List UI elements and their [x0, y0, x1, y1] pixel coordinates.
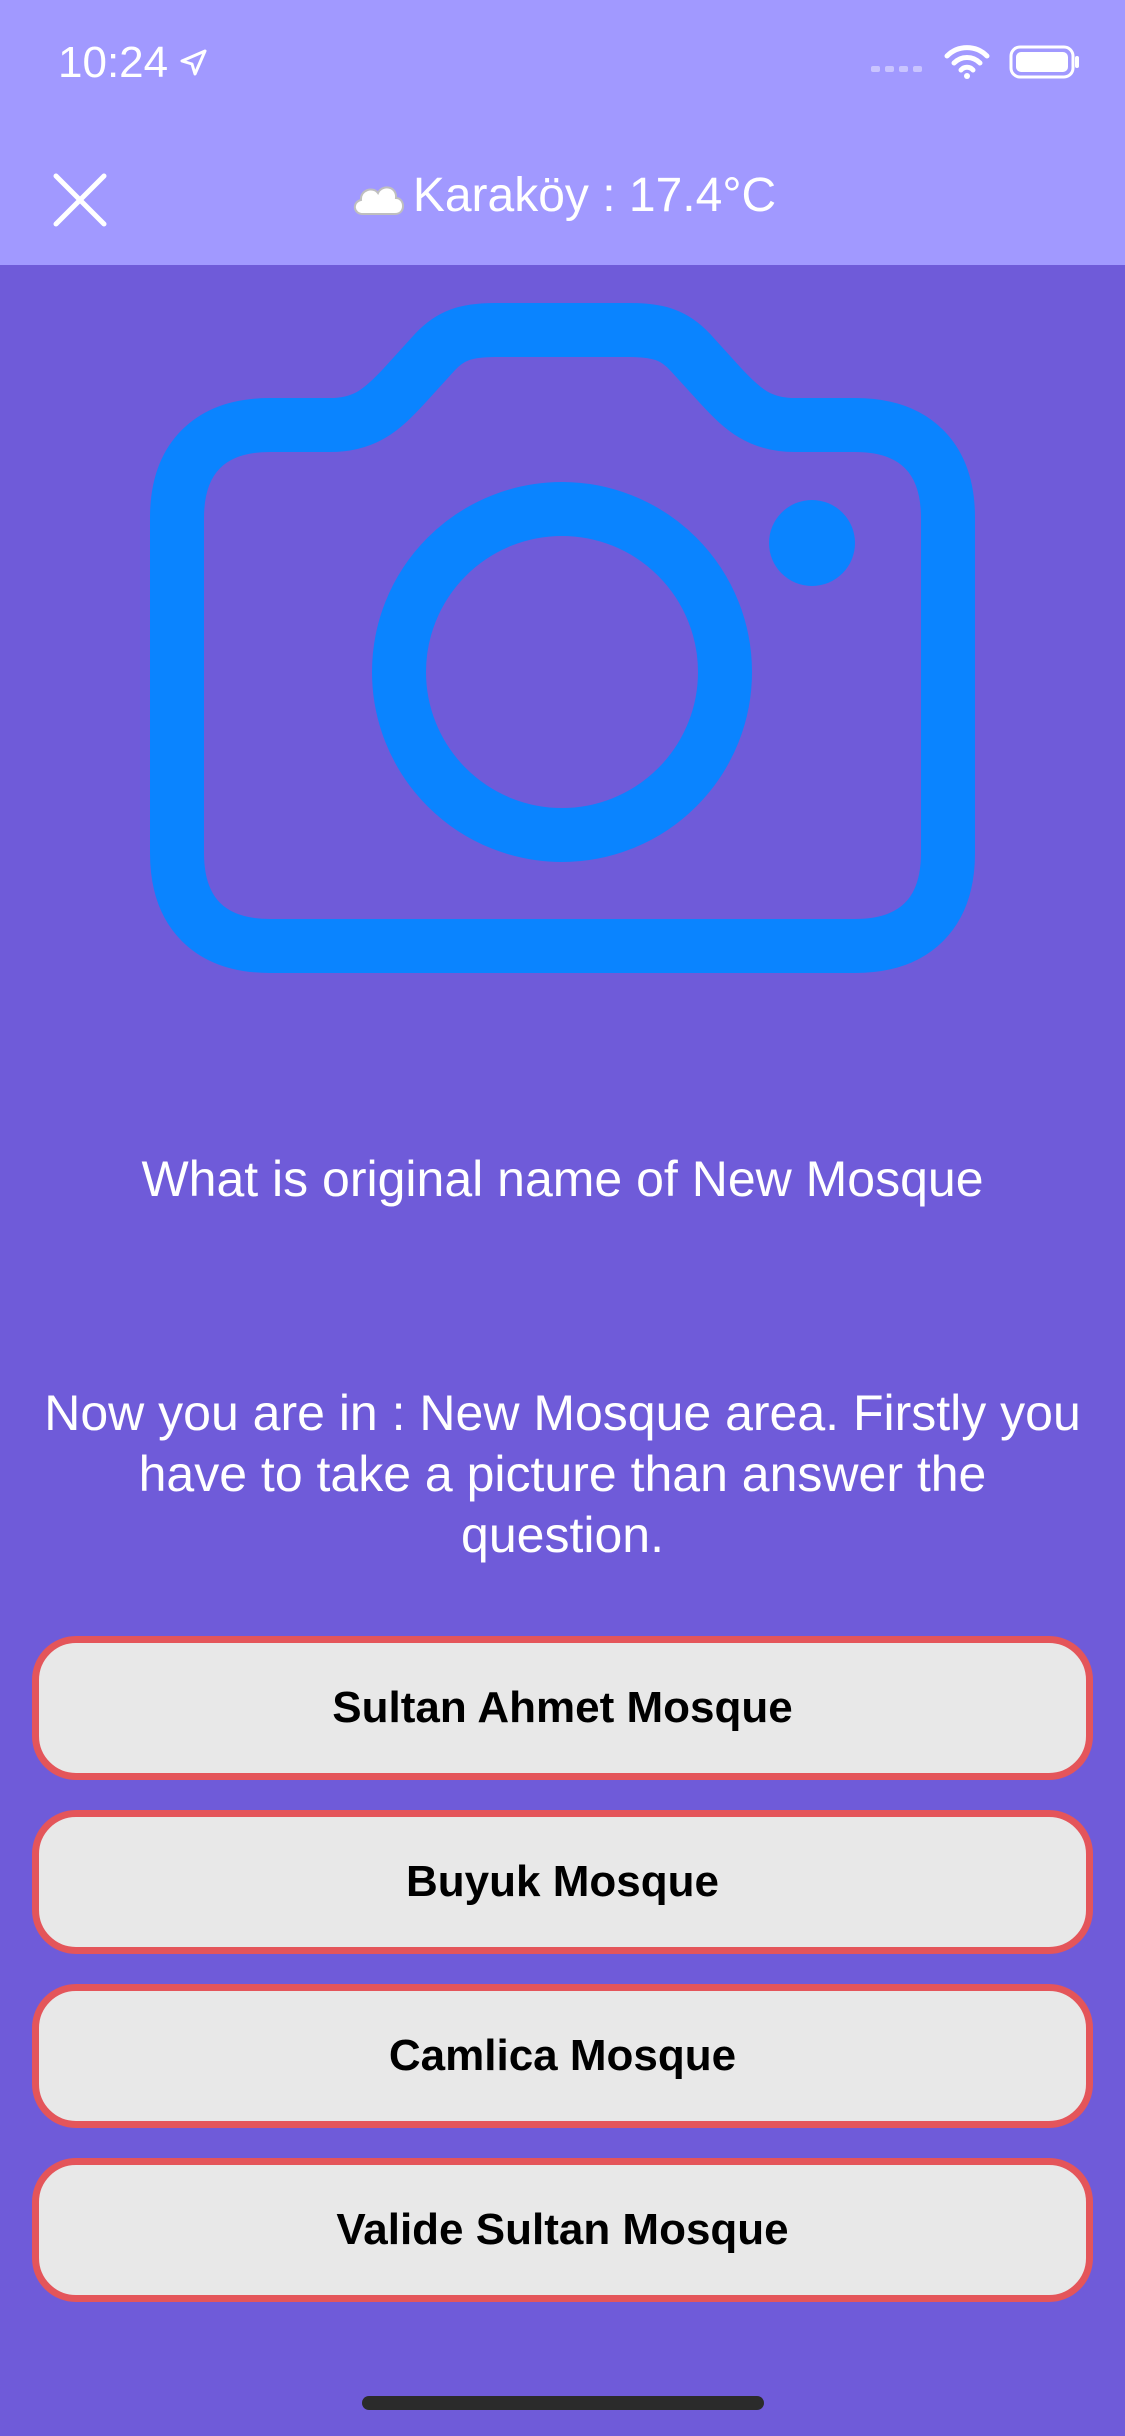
battery-icon: [1009, 45, 1079, 79]
answer-option-1[interactable]: Sultan Ahmet Mosque: [32, 1636, 1093, 1780]
wifi-icon: [944, 45, 990, 79]
answer-option-2[interactable]: Buyuk Mosque: [32, 1810, 1093, 1954]
status-bar-icons: [869, 44, 1081, 80]
status-bar-time: 10:24: [58, 38, 208, 88]
home-indicator[interactable]: [362, 2396, 764, 2410]
take-picture-button[interactable]: [150, 300, 975, 980]
answer-option-3[interactable]: Camlica Mosque: [32, 1984, 1093, 2128]
instruction-text: Now you are in : New Mosque area. Firstl…: [44, 1385, 1081, 1563]
location-arrow-icon: [180, 49, 207, 76]
answer-option-4[interactable]: Valide Sultan Mosque: [32, 2158, 1093, 2302]
weather-location-temperature: Karaköy : 17.4°C: [412, 169, 777, 222]
page-title: Karaköy : 17.4°C: [0, 168, 1125, 223]
cellular-signal-icon: [871, 66, 922, 72]
clock-time: 10:24: [58, 38, 169, 87]
cloud-icon: [353, 186, 404, 216]
navigation-header: 10:24 Karaköy : 17.4°C: [0, 0, 1125, 265]
question-text: What is original name of New Mosque: [141, 1151, 984, 1207]
camera-icon: [150, 303, 975, 973]
